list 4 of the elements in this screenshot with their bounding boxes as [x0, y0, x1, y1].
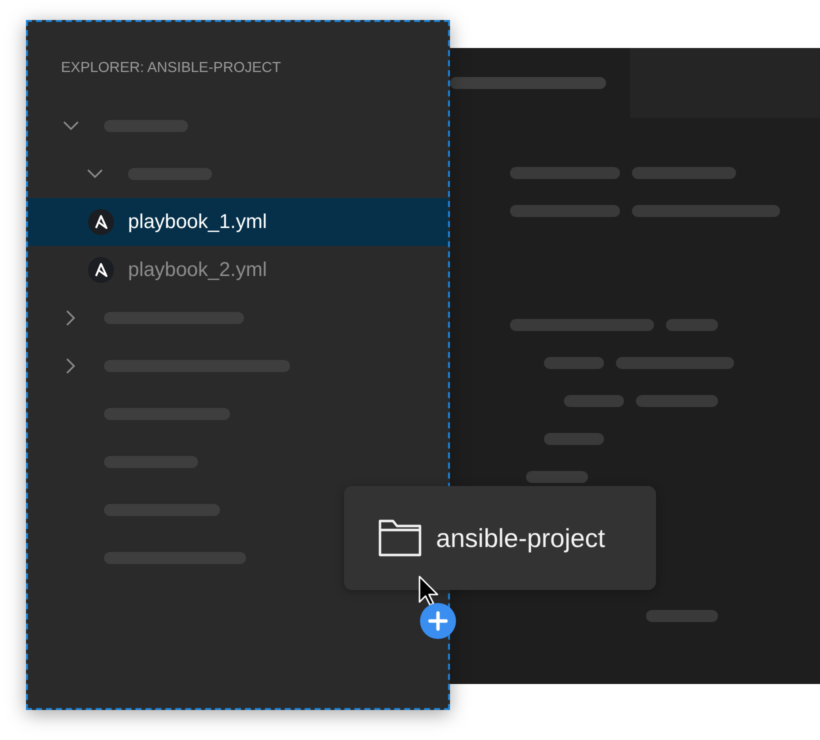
- file-name: playbook_2.yml: [128, 258, 267, 282]
- file-name: playbook_1.yml: [128, 210, 267, 234]
- explorer-title: EXPLORER: ANSIBLE-PROJECT: [60, 59, 282, 78]
- folder-name: ansible-project: [436, 522, 606, 554]
